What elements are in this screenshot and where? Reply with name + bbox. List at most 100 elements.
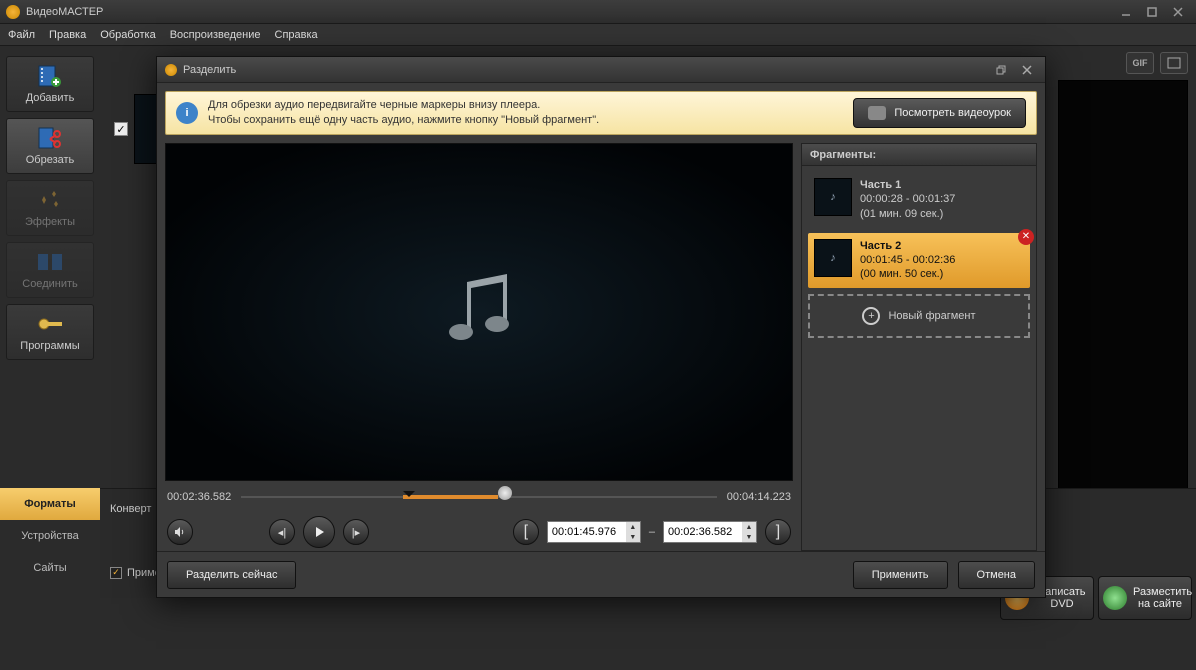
fragments-panel: Фрагменты: ♪ Часть 1 00:00:28 - 00:01:37… [801,143,1037,551]
fragment-title: Часть 1 [860,178,955,192]
end-time-value: 00:02:36.582 [668,526,732,538]
tool-add-label: Добавить [26,92,75,104]
tab-sites[interactable]: Сайты [0,552,100,584]
camera-icon [868,106,886,120]
fragment-item[interactable]: ♪ Часть 2 00:01:45 - 00:02:36 (00 мин. 5… [808,233,1030,288]
dialog-titlebar: Разделить [157,57,1045,83]
watch-tutorial-button[interactable]: Посмотреть видеоурок [853,98,1026,128]
minimize-button[interactable] [1114,4,1138,20]
dialog-footer: Разделить сейчас Применить Отмена [157,551,1045,597]
menubar: Файл Правка Обработка Воспроизведение Сп… [0,24,1196,46]
fragment-thumb-icon: ♪ [814,178,852,216]
tool-programs[interactable]: Программы [6,304,94,360]
set-start-button[interactable]: [ [513,519,539,545]
tab-devices-label: Устройства [21,530,79,542]
mute-button[interactable] [167,519,193,545]
speaker-icon [174,526,186,538]
new-fragment-label: Новый фрагмент [888,310,975,322]
menu-file[interactable]: Файл [8,29,35,41]
tool-programs-label: Программы [20,340,79,352]
fragment-duration: (01 мин. 09 сек.) [860,207,955,221]
time-right: 00:04:14.223 [727,491,791,503]
fragment-duration: (00 мин. 50 сек.) [860,267,955,281]
fullscreen-button[interactable] [1160,52,1188,74]
new-fragment-button[interactable]: + Новый фрагмент [808,294,1030,338]
trim-slider[interactable] [241,489,717,505]
fullscreen-icon [1167,57,1181,69]
tool-effects-label: Эффекты [25,216,75,228]
fragment-range: 00:00:28 - 00:01:37 [860,192,955,206]
music-note-icon [429,262,529,362]
fragment-title: Часть 2 [860,239,955,253]
fragments-header: Фрагменты: [801,143,1037,165]
item-checkbox[interactable]: ✓ [114,122,128,136]
info-badge-icon: i [176,102,198,124]
tool-effects: Эффекты [6,180,94,236]
sparkles-icon [36,188,64,212]
play-icon [312,525,326,539]
tab-formats[interactable]: Форматы [0,488,100,520]
split-now-button[interactable]: Разделить сейчас [167,561,296,589]
publish-button[interactable]: Разместить на сайте [1098,576,1192,620]
menu-help[interactable]: Справка [275,29,318,41]
split-dialog: Разделить i Для обрезки аудио передвигай… [156,56,1046,598]
fragment-delete-button[interactable]: ✕ [1018,229,1034,245]
watch-tutorial-label: Посмотреть видеоурок [894,107,1011,119]
dialog-close-button[interactable] [1017,62,1037,78]
app-logo-icon [6,5,20,19]
menu-edit[interactable]: Правка [49,29,86,41]
publish-label: Разместить на сайте [1133,586,1187,610]
cancel-label: Отмена [977,569,1016,581]
bracket-close-icon: ] [768,519,788,545]
plus-icon: + [862,307,880,325]
app-title: ВидеоМАСТЕР [26,6,103,18]
dialog-logo-icon [165,64,177,76]
tab-sites-label: Сайты [33,562,66,574]
time-left: 00:02:36.582 [167,491,231,503]
range-dash: – [649,526,655,538]
cancel-button[interactable]: Отмена [958,561,1035,589]
tool-cut[interactable]: Обрезать [6,118,94,174]
tool-cut-label: Обрезать [26,154,75,166]
fragment-item[interactable]: ♪ Часть 1 00:00:28 - 00:01:37 (01 мин. 0… [808,172,1030,227]
gif-label: GIF [1133,58,1148,68]
set-end-button[interactable]: ] [765,519,791,545]
start-time-value: 00:01:45.976 [552,526,616,538]
next-button[interactable]: |▸ [343,519,369,545]
dialog-title: Разделить [183,64,236,76]
bottom-tabs: Форматы Устройства Сайты [0,488,100,584]
prev-button[interactable]: ◂| [269,519,295,545]
menu-playback[interactable]: Воспроизведение [170,29,261,41]
player-viewport[interactable] [165,143,793,481]
fragments-list: ♪ Часть 1 00:00:28 - 00:01:37 (01 мин. 0… [801,165,1037,551]
player-panel: 00:02:36.582 00:04:14.223 ◂| |▸ [ 00:01:… [165,143,793,551]
filmstrip-scissors-icon [36,126,64,150]
bracket-open-icon: [ [516,519,536,545]
preview-pane: 00:00:00 [1058,80,1188,510]
filmstrip-join-icon [36,250,64,274]
info-line2: Чтобы сохранить ещё одну часть аудио, на… [208,113,599,128]
end-time-input[interactable]: 00:02:36.582▲▼ [663,521,757,543]
maximize-button[interactable] [1140,4,1164,20]
trim-marker-start[interactable] [403,491,415,503]
tool-join-label: Соединить [22,278,78,290]
play-button[interactable] [303,516,335,548]
playhead-handle[interactable] [498,486,512,500]
gif-button[interactable]: GIF [1126,52,1154,74]
close-button[interactable] [1166,4,1190,20]
info-line1: Для обрезки аудио передвигайте черные ма… [208,98,599,113]
apply-label: Применить [872,569,929,581]
globe-icon [1103,586,1127,610]
menu-process[interactable]: Обработка [100,29,155,41]
tab-devices[interactable]: Устройства [0,520,100,552]
fragment-thumb-icon: ♪ [814,239,852,277]
apply-button[interactable]: Применить [853,561,948,589]
info-bar: i Для обрезки аудио передвигайте черные … [165,91,1037,135]
tool-join: Соединить [6,242,94,298]
start-time-input[interactable]: 00:01:45.976▲▼ [547,521,641,543]
dialog-restore-button[interactable] [991,62,1011,78]
split-now-label: Разделить сейчас [186,569,277,581]
key-icon [36,312,64,336]
tool-add[interactable]: Добавить [6,56,94,112]
convert-label-fragment: Конверт [110,503,151,515]
